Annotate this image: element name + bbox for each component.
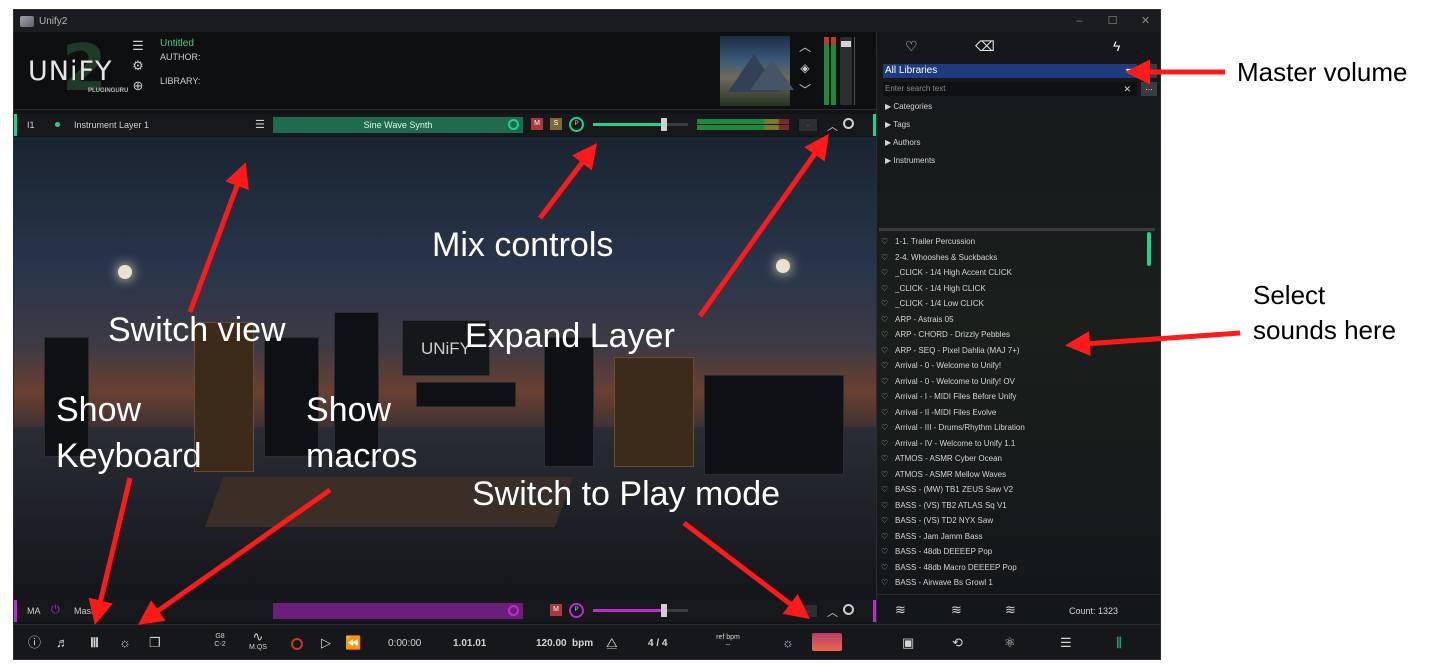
arrow-expand-layer: [697, 133, 829, 318]
arrow-select-sounds: [1065, 330, 1241, 357]
arrow-switch-view: [187, 162, 249, 313]
arrow-mix-controls: [538, 143, 598, 220]
annotated-screenshot: Unify2 – ☐ ✕ 2 UNiFY PLUGINGURU ☰ ⚙ ⊕ Un…: [0, 0, 1454, 664]
arrow-show-keyboard: [88, 477, 133, 625]
arrow-switch-play: [682, 521, 810, 620]
annotation-arrows: [88, 59, 1241, 625]
arrow-show-macros: [137, 487, 332, 625]
